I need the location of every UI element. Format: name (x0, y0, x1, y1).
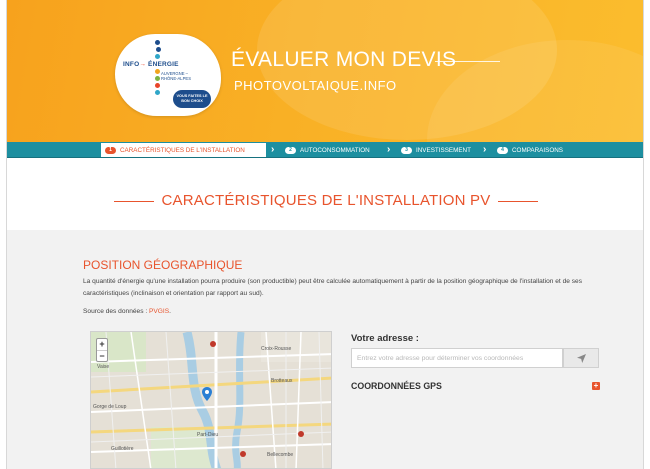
map-label-bellecombe: Bellecombe (267, 452, 293, 458)
map-label-brotteaux: Brotteaux (271, 378, 293, 384)
zoom-out-button[interactable]: − (97, 350, 107, 361)
gps-coordinates-label: COORDONNÉES GPS (351, 381, 442, 391)
location-arrow-icon (576, 353, 586, 363)
main-content: POSITION GÉOGRAPHIQUE La quantité d'éner… (7, 230, 643, 469)
section-title: POSITION GÉOGRAPHIQUE (83, 258, 243, 272)
step-comparaisons[interactable]: 4 COMPARAISONS (493, 143, 579, 157)
step-autoconsommation[interactable]: 2 AUTOCONSOMMATION (281, 143, 385, 157)
address-input[interactable] (351, 348, 563, 368)
info-energie-logo[interactable]: INFO→ ÉNERGIE AUVERGNE – RHÔNE-ALPES VOU… (115, 34, 221, 116)
chevron-right-icon: › (483, 144, 487, 155)
section-description: La quantité d'énergie qu'une installatio… (83, 278, 583, 297)
map-label-vaise: Vaise (97, 364, 109, 370)
site-header: INFO→ ÉNERGIE AUVERGNE – RHÔNE-ALPES VOU… (7, 0, 643, 142)
map-label-croix-rousse: Croix-Rousse (261, 346, 292, 352)
app-title: ÉVALUER MON DEVIS (231, 48, 457, 71)
heading-band: CARACTÉRISTIQUES DE L'INSTALLATION PV (7, 158, 643, 230)
address-label: Votre adresse : (351, 333, 419, 344)
map-label-part-dieu: Part-Dieu (197, 432, 218, 438)
plus-icon[interactable]: + (592, 382, 600, 390)
steps-bar: 1 CARACTÉRISTIQUES DE L'INSTALLATION › 2… (7, 142, 643, 158)
chevron-right-icon: › (387, 144, 391, 155)
logo-tagline: VOUS FAITES LE BON CHOIX (173, 90, 211, 108)
pvgis-link[interactable]: PVGIS (149, 308, 169, 315)
step-caracteristiques[interactable]: 1 CARACTÉRISTIQUES DE L'INSTALLATION (101, 143, 266, 157)
logo-region: AUVERGNE – RHÔNE-ALPES (161, 71, 192, 81)
map-pin-icon[interactable] (202, 387, 212, 401)
page-heading: CARACTÉRISTIQUES DE L'INSTALLATION PV (7, 192, 643, 209)
step-investissement[interactable]: 3 INVESTISSEMENT (397, 143, 481, 157)
app-subtitle: PHOTOVOLTAIQUE.INFO (234, 78, 397, 93)
location-map[interactable]: Vaise Gorge de Loup Croix-Rousse Brottea… (90, 331, 332, 469)
logo-brand: INFO→ ÉNERGIE (123, 61, 179, 68)
page-frame: INFO→ ÉNERGIE AUVERGNE – RHÔNE-ALPES VOU… (6, 0, 644, 469)
map-label-gorge-de-loup: Gorge de Loup (93, 404, 127, 410)
map-label-guillotiere: Guillotière (111, 446, 134, 452)
locate-button[interactable] (563, 348, 599, 368)
map-zoom-control: + − (96, 338, 108, 362)
chevron-right-icon: › (271, 144, 275, 155)
zoom-in-button[interactable]: + (97, 339, 107, 350)
data-source: Source des données : PVGIS. (83, 308, 171, 315)
title-divider (435, 61, 500, 62)
